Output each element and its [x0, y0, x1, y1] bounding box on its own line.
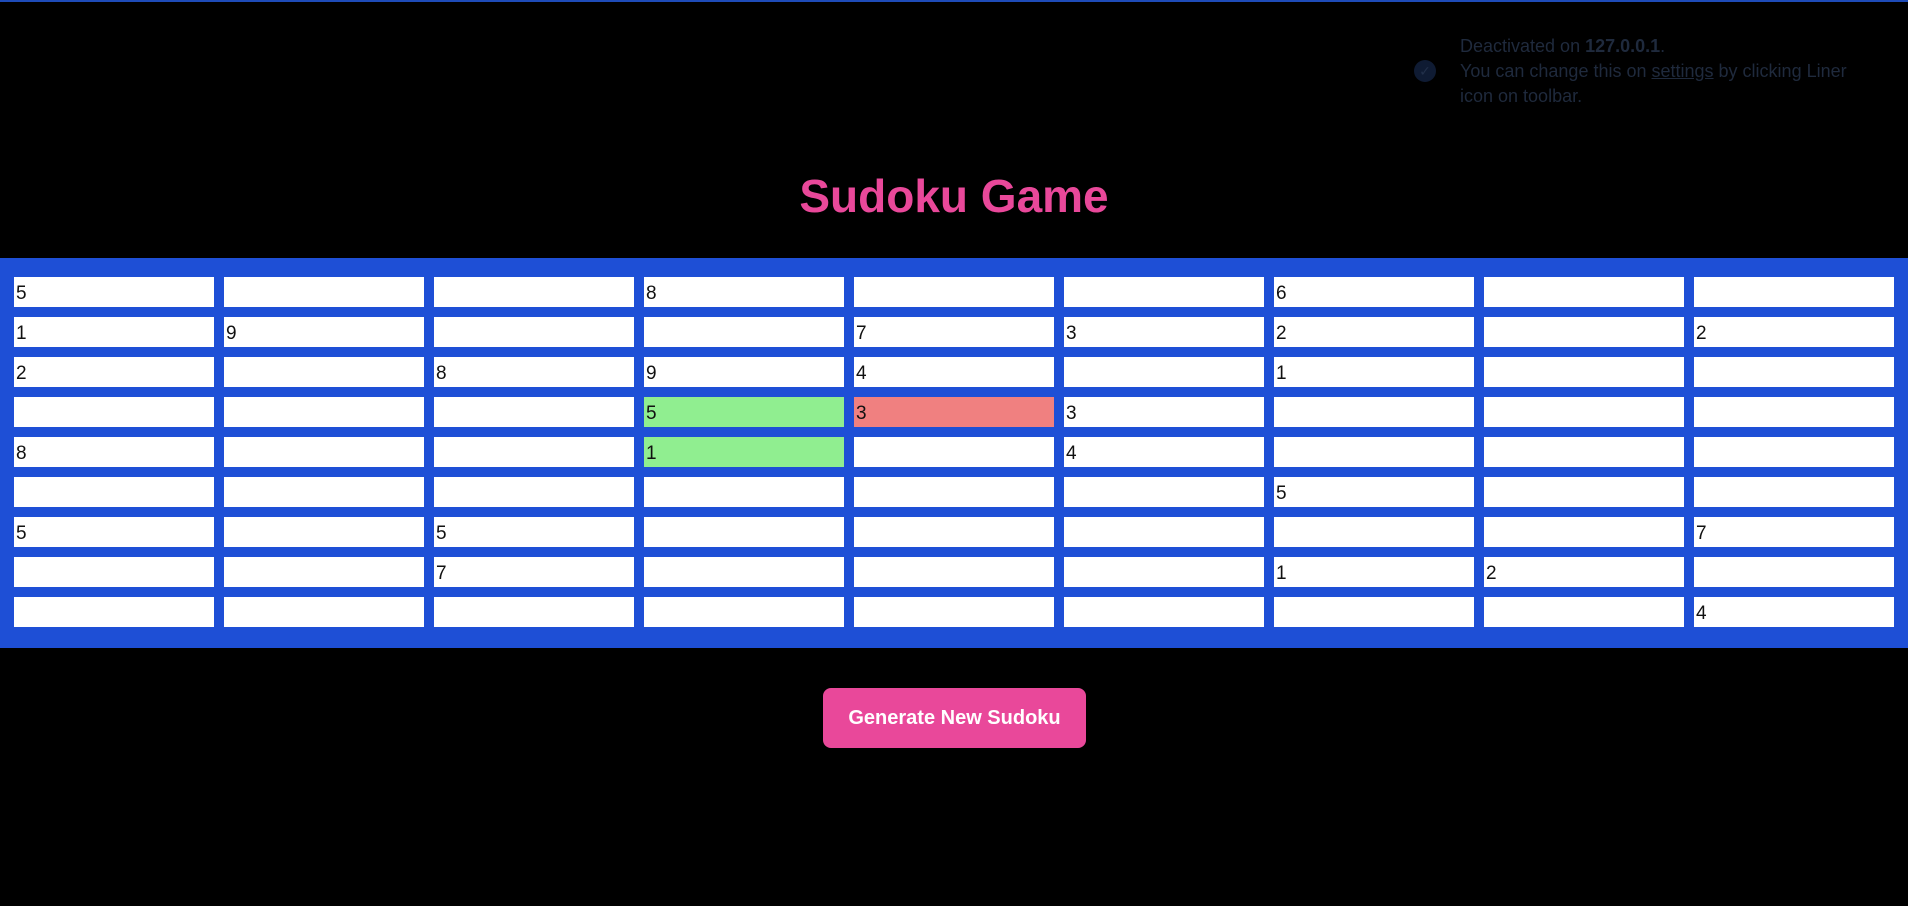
sudoku-cell-r8-c4[interactable] [644, 557, 844, 587]
sudoku-cell-r7-c9[interactable]: 7 [1694, 517, 1894, 547]
sudoku-cell-r6-c8[interactable] [1484, 477, 1684, 507]
sudoku-cell-r7-c8[interactable] [1484, 517, 1684, 547]
sudoku-cell-r3-c6[interactable] [1064, 357, 1264, 387]
sudoku-cell-r8-c3[interactable]: 7 [434, 557, 634, 587]
sudoku-cell-r1-c9[interactable] [1694, 277, 1894, 307]
sudoku-cell-r5-c3[interactable] [434, 437, 634, 467]
sudoku-cell-r1-c3[interactable] [434, 277, 634, 307]
sudoku-cell-r5-c2[interactable] [224, 437, 424, 467]
sudoku-cell-r4-c4[interactable]: 5 [644, 397, 844, 427]
sudoku-cell-r3-c5[interactable]: 4 [854, 357, 1054, 387]
sudoku-cell-r3-c1[interactable]: 2 [14, 357, 214, 387]
sudoku-cell-r2-c8[interactable] [1484, 317, 1684, 347]
sudoku-cell-r1-c5[interactable] [854, 277, 1054, 307]
sudoku-cell-r4-c1[interactable] [14, 397, 214, 427]
sudoku-cell-r4-c3[interactable] [434, 397, 634, 427]
sudoku-cell-r1-c7[interactable]: 6 [1274, 277, 1474, 307]
notice-line1-suffix: . [1660, 36, 1666, 56]
sudoku-cell-r2-c1[interactable]: 1 [14, 317, 214, 347]
notice-line1-prefix: Deactivated on [1460, 36, 1586, 56]
sudoku-cell-r9-c2[interactable] [224, 597, 424, 627]
sudoku-cell-r9-c8[interactable] [1484, 597, 1684, 627]
sudoku-cell-r5-c1[interactable]: 8 [14, 437, 214, 467]
sudoku-cell-r8-c9[interactable] [1694, 557, 1894, 587]
sudoku-cell-r8-c2[interactable] [224, 557, 424, 587]
sudoku-cell-r9-c3[interactable] [434, 597, 634, 627]
sudoku-cell-r3-c2[interactable] [224, 357, 424, 387]
sudoku-cell-r9-c6[interactable] [1064, 597, 1264, 627]
sudoku-cell-r5-c4[interactable]: 1 [644, 437, 844, 467]
sudoku-cell-r1-c6[interactable] [1064, 277, 1264, 307]
sudoku-cell-r4-c5[interactable]: 3 [854, 397, 1054, 427]
sudoku-cell-r9-c5[interactable] [854, 597, 1054, 627]
sudoku-cell-r2-c7[interactable]: 2 [1274, 317, 1474, 347]
sudoku-cell-r8-c7[interactable]: 1 [1274, 557, 1474, 587]
sudoku-cell-r7-c7[interactable] [1274, 517, 1474, 547]
sudoku-board: 5861973222894153381455577124 [0, 258, 1908, 648]
sudoku-cell-r4-c2[interactable] [224, 397, 424, 427]
sudoku-cell-r4-c8[interactable] [1484, 397, 1684, 427]
sudoku-cell-r9-c1[interactable] [14, 597, 214, 627]
sudoku-cell-r3-c7[interactable]: 1 [1274, 357, 1474, 387]
sudoku-cell-r2-c2[interactable]: 9 [224, 317, 424, 347]
sudoku-cell-r1-c1[interactable]: 5 [14, 277, 214, 307]
sudoku-cell-r8-c5[interactable] [854, 557, 1054, 587]
sudoku-cell-r5-c5[interactable] [854, 437, 1054, 467]
sudoku-cell-r6-c5[interactable] [854, 477, 1054, 507]
sudoku-cell-r4-c7[interactable] [1274, 397, 1474, 427]
generate-new-sudoku-button[interactable]: Generate New Sudoku [823, 688, 1086, 748]
sudoku-cell-r3-c3[interactable]: 8 [434, 357, 634, 387]
sudoku-cell-r6-c3[interactable] [434, 477, 634, 507]
sudoku-cell-r5-c9[interactable] [1694, 437, 1894, 467]
sudoku-cell-r7-c2[interactable] [224, 517, 424, 547]
sudoku-cell-r9-c4[interactable] [644, 597, 844, 627]
notice-line2-prefix: You can change this on [1460, 61, 1652, 81]
sudoku-cell-r5-c6[interactable]: 4 [1064, 437, 1264, 467]
sudoku-cell-r2-c5[interactable]: 7 [854, 317, 1054, 347]
sudoku-cell-r1-c4[interactable]: 8 [644, 277, 844, 307]
sudoku-cell-r1-c8[interactable] [1484, 277, 1684, 307]
page-title: Sudoku Game [799, 170, 1109, 222]
sudoku-cell-r3-c9[interactable] [1694, 357, 1894, 387]
sudoku-cell-r8-c1[interactable] [14, 557, 214, 587]
sudoku-cell-r6-c2[interactable] [224, 477, 424, 507]
sudoku-cell-r6-c6[interactable] [1064, 477, 1264, 507]
sudoku-cell-r2-c4[interactable] [644, 317, 844, 347]
top-border-line [0, 0, 1908, 2]
sudoku-cell-r2-c9[interactable]: 2 [1694, 317, 1894, 347]
sudoku-cell-r6-c9[interactable] [1694, 477, 1894, 507]
sudoku-cell-r5-c8[interactable] [1484, 437, 1684, 467]
sudoku-cell-r9-c9[interactable]: 4 [1694, 597, 1894, 627]
sudoku-cell-r7-c4[interactable] [644, 517, 844, 547]
sudoku-cell-r5-c7[interactable] [1274, 437, 1474, 467]
check-circle-icon: ✓ [1414, 60, 1436, 82]
sudoku-cell-r3-c4[interactable]: 9 [644, 357, 844, 387]
sudoku-cell-r7-c6[interactable] [1064, 517, 1264, 547]
sudoku-cell-r4-c9[interactable] [1694, 397, 1894, 427]
sudoku-cell-r2-c6[interactable]: 3 [1064, 317, 1264, 347]
sudoku-cell-r8-c6[interactable] [1064, 557, 1264, 587]
sudoku-cell-r2-c3[interactable] [434, 317, 634, 347]
sudoku-cell-r4-c6[interactable]: 3 [1064, 397, 1264, 427]
notice-host: 127.0.0.1 [1585, 36, 1661, 56]
sudoku-cell-r7-c5[interactable] [854, 517, 1054, 547]
sudoku-cell-r9-c7[interactable] [1274, 597, 1474, 627]
sudoku-cell-r8-c8[interactable]: 2 [1484, 557, 1684, 587]
notice-text: Deactivated on 127.0.0.1. You can change… [1460, 34, 1880, 109]
sudoku-cell-r6-c4[interactable] [644, 477, 844, 507]
sudoku-cell-r6-c1[interactable] [14, 477, 214, 507]
sudoku-cell-r3-c8[interactable] [1484, 357, 1684, 387]
sudoku-cell-r1-c2[interactable] [224, 277, 424, 307]
sudoku-cell-r7-c1[interactable]: 5 [14, 517, 214, 547]
sudoku-cell-r7-c3[interactable]: 5 [434, 517, 634, 547]
sudoku-cell-r6-c7[interactable]: 5 [1274, 477, 1474, 507]
settings-link[interactable]: settings [1652, 61, 1714, 81]
